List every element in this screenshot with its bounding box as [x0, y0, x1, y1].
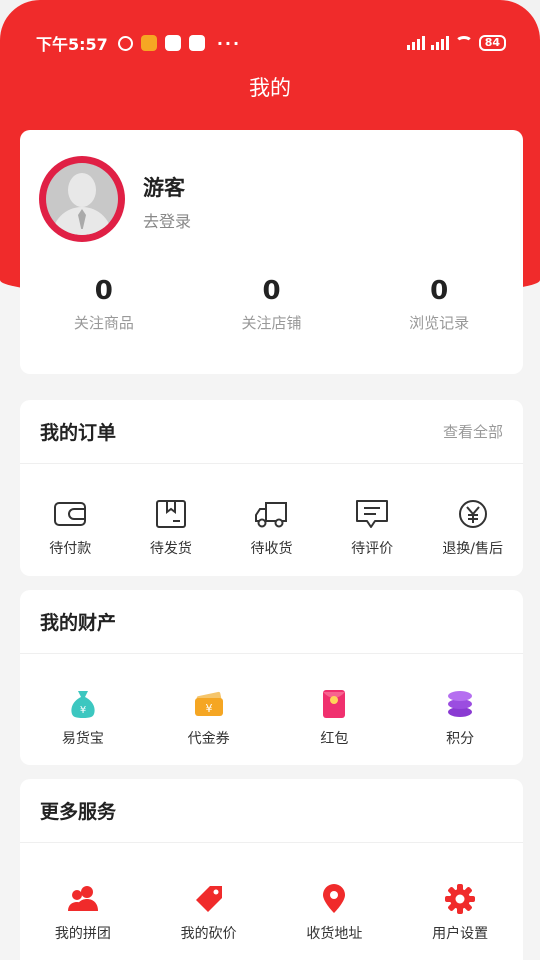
avatar[interactable] [39, 156, 125, 242]
grid-label: 我的拼团 [54, 926, 111, 942]
service-bargain[interactable]: 我的砍价 [146, 883, 272, 943]
grid-label: 用户设置 [432, 926, 489, 942]
more-notifications-icon: ··· [216, 33, 242, 53]
signal-icon-2 [430, 36, 449, 50]
comment-icon [356, 500, 389, 528]
grid-label: 收货地址 [306, 926, 363, 942]
assets-card: 我的财产 ¥ 易货宝 ¥ 代金券 红包 积分 [20, 590, 523, 765]
section-title: 我的订单 [40, 422, 117, 444]
asset-red-envelope[interactable]: 红包 [272, 688, 398, 748]
grid-label: 我的砍价 [180, 926, 237, 942]
battery-icon: 84 [478, 35, 506, 51]
grid-label: 易货宝 [61, 731, 104, 747]
assets-header: 我的财产 [20, 590, 523, 654]
svg-text:¥: ¥ [80, 705, 86, 716]
notification-app-icon-2 [188, 35, 205, 51]
truck-icon [255, 502, 288, 528]
yuan-icon [458, 500, 487, 528]
assets-grid: ¥ 易货宝 ¥ 代金券 红包 积分 [20, 654, 523, 748]
profile-card: 游客 去登录 0 关注商品 0 关注店铺 0 浏览记录 [20, 130, 523, 374]
order-pending-shipment[interactable]: 待发货 [121, 498, 222, 558]
stat-label: 浏览记录 [409, 314, 470, 332]
view-all-orders-link[interactable]: 查看全部 [443, 421, 503, 442]
grid-label: 待付款 [49, 541, 92, 557]
login-link[interactable]: 去登录 [143, 208, 191, 232]
grid-label: 待发货 [149, 541, 192, 557]
coins-icon [448, 691, 473, 717]
stat-followed-products[interactable]: 0 关注商品 [20, 276, 188, 333]
grid-label: 待评价 [351, 541, 394, 557]
wallet-icon [54, 502, 87, 526]
order-pending-review[interactable]: 待评价 [322, 498, 423, 558]
stat-followed-shops[interactable]: 0 关注店铺 [188, 276, 356, 333]
orders-header: 我的订单 查看全部 [20, 400, 523, 464]
page-title: 我的 [249, 76, 291, 100]
app-screen: 下午5:57 ··· 84 我的 游客 去登录 0 关注商品 0 关注店铺 0 … [0, 0, 540, 960]
coupon-icon: ¥ [194, 691, 223, 716]
services-grid: 我的拼团 我的砍价 收货地址 用户设置 [20, 843, 523, 943]
service-address[interactable]: 收货地址 [272, 883, 398, 943]
services-header: 更多服务 [20, 779, 523, 843]
red-envelope-icon [323, 690, 346, 718]
asset-yihuobao[interactable]: ¥ 易货宝 [20, 688, 146, 748]
svg-text:¥: ¥ [205, 702, 212, 715]
grid-label: 积分 [446, 731, 475, 747]
alarm-icon [117, 35, 133, 51]
grid-label: 代金券 [187, 731, 230, 747]
stat-value: 0 [430, 276, 449, 306]
grid-label: 红包 [320, 731, 349, 747]
default-user-icon [46, 163, 118, 235]
grid-label: 退换/售后 [442, 541, 504, 557]
service-group-buy[interactable]: 我的拼团 [20, 883, 146, 943]
signal-icon [406, 36, 425, 50]
status-time: 下午5:57 [36, 35, 108, 54]
money-bag-icon: ¥ [71, 691, 95, 718]
settings-gear-icon [445, 884, 476, 914]
services-card: 更多服务 我的拼团 我的砍价 收货地址 用户设置 [20, 779, 523, 960]
asset-points[interactable]: 积分 [397, 688, 523, 748]
stat-value: 0 [94, 276, 113, 306]
user-name: 游客 [143, 176, 185, 200]
profile-stats: 0 关注商品 0 关注店铺 0 浏览记录 [20, 276, 523, 333]
order-pending-receipt[interactable]: 待收货 [221, 498, 322, 558]
notification-app-icon [140, 35, 157, 51]
section-title: 我的财产 [40, 612, 117, 634]
orders-grid: 待付款 待发货 待收货 待评价 退换/售后 [20, 464, 523, 558]
wifi-icon [454, 36, 473, 50]
orders-card: 我的订单 查看全部 待付款 待发货 待收货 待评价 退换/售后 [20, 400, 523, 576]
price-tag-icon [195, 886, 222, 912]
stat-browsing-history[interactable]: 0 浏览记录 [355, 276, 523, 333]
package-icon [155, 500, 186, 528]
stat-label: 关注商品 [73, 314, 134, 332]
stat-value: 0 [262, 276, 281, 306]
asset-voucher[interactable]: ¥ 代金券 [146, 688, 272, 748]
qq-icon [164, 35, 181, 51]
section-title: 更多服务 [40, 801, 117, 823]
order-refund-aftersale[interactable]: 退换/售后 [422, 498, 523, 558]
group-icon [67, 886, 98, 911]
location-icon [323, 884, 346, 913]
order-pending-payment[interactable]: 待付款 [20, 498, 121, 558]
grid-label: 待收货 [250, 541, 293, 557]
status-bar: 下午5:57 ··· 84 [0, 28, 540, 58]
stat-label: 关注店铺 [241, 314, 302, 332]
service-settings[interactable]: 用户设置 [397, 883, 523, 943]
